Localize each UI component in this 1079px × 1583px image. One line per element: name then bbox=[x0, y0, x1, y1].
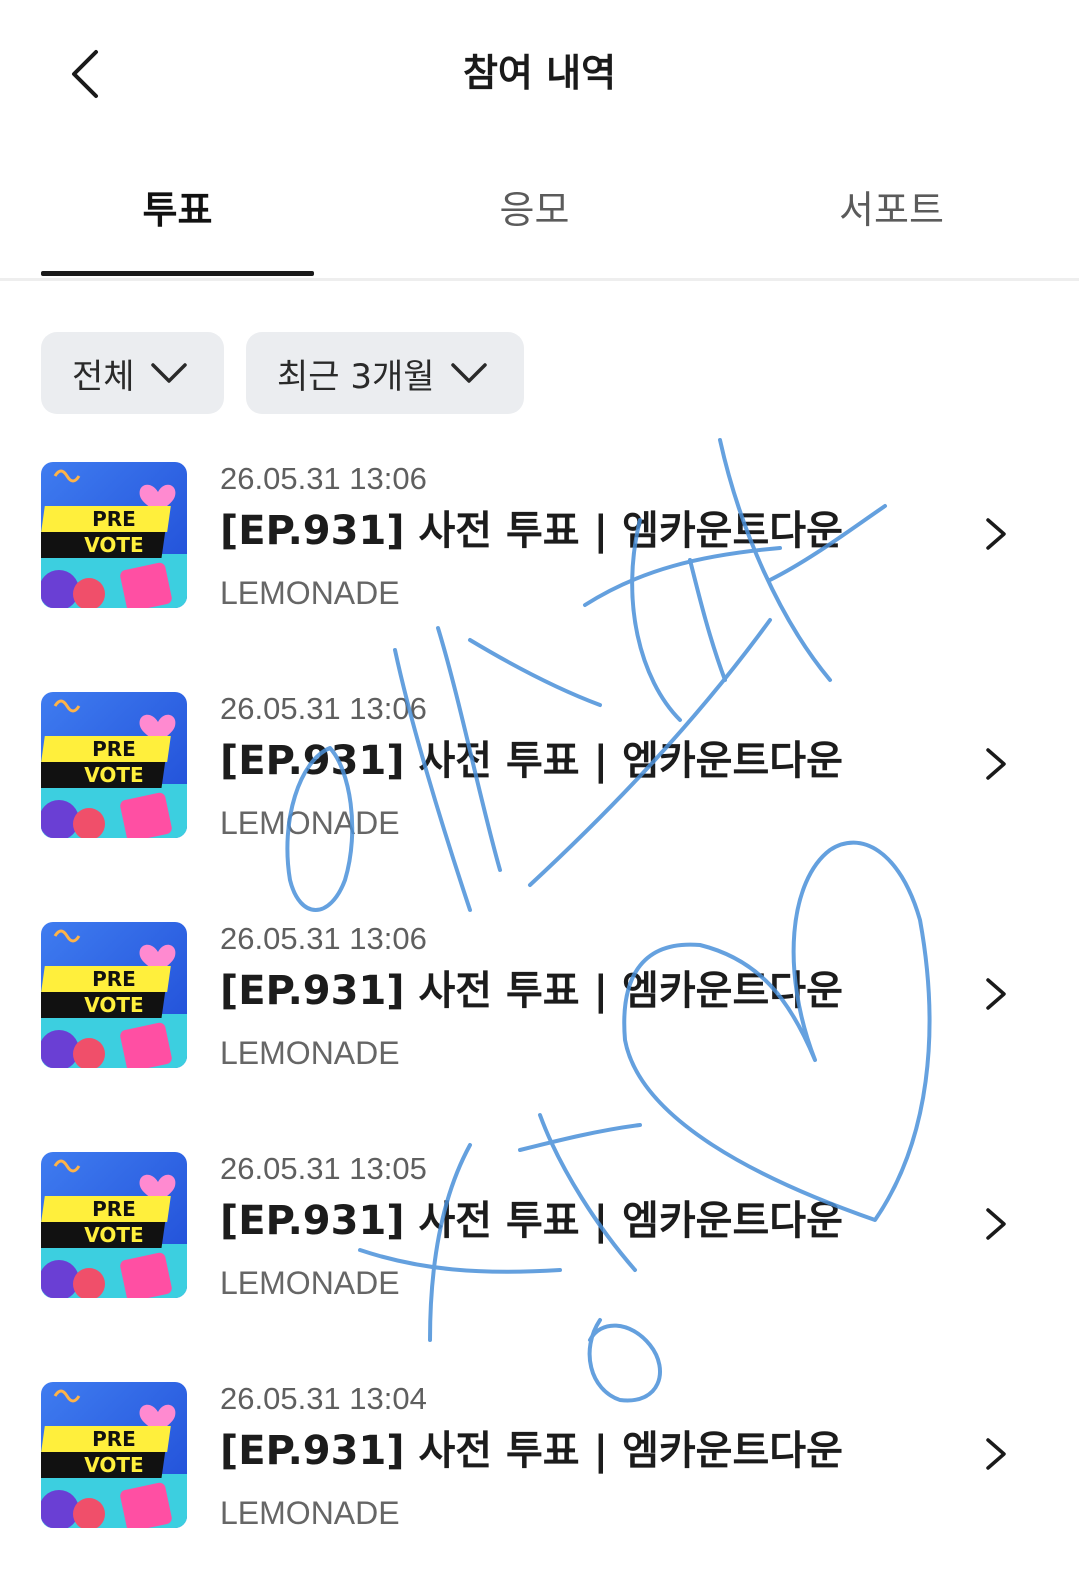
pre-vote-thumbnail: PRE VOTE bbox=[41, 922, 187, 1068]
thumb-line1: PRE bbox=[92, 737, 136, 761]
item-thumbnail: PRE VOTE bbox=[41, 1382, 187, 1528]
thumb-line1: PRE bbox=[92, 1427, 136, 1451]
thumb-line2: VOTE bbox=[84, 1223, 143, 1247]
tab-support[interactable]: 서포트 bbox=[755, 180, 1028, 240]
item-thumbnail: PRE VOTE bbox=[41, 692, 187, 838]
item-timestamp: 26.05.31 13:06 bbox=[220, 461, 427, 496]
item-thumbnail: PRE VOTE bbox=[41, 922, 187, 1068]
pre-vote-thumbnail: PRE VOTE bbox=[41, 462, 187, 608]
list-item[interactable]: PRE VOTE 26.05.31 13:06 [EP.931] 사전 투표 |… bbox=[0, 691, 1079, 872]
page-title: 참여 내역 bbox=[462, 51, 617, 95]
chevron-right-icon bbox=[986, 978, 1006, 1010]
list-item[interactable]: PRE VOTE 26.05.31 13:05 [EP.931] 사전 투표 |… bbox=[0, 1151, 1079, 1332]
item-title: [EP.931] 사전 투표 | 엠카운트다운 bbox=[220, 1198, 843, 1244]
chevron-down-icon bbox=[450, 363, 487, 383]
thumb-line2: VOTE bbox=[84, 1453, 143, 1477]
item-thumbnail: PRE VOTE bbox=[41, 1152, 187, 1298]
list-item[interactable]: PRE VOTE 26.05.31 13:06 [EP.931] 사전 투표 |… bbox=[0, 461, 1079, 642]
item-artist: LEMONADE bbox=[220, 805, 400, 841]
thumb-line2: VOTE bbox=[84, 993, 143, 1017]
item-artist: LEMONADE bbox=[220, 1495, 400, 1531]
item-timestamp: 26.05.31 13:04 bbox=[220, 1381, 427, 1416]
filter-period-dropdown[interactable]: 최근 3개월 bbox=[246, 332, 524, 414]
filter-category-dropdown[interactable]: 전체 bbox=[41, 332, 224, 414]
pre-vote-thumbnail: PRE VOTE bbox=[41, 692, 187, 838]
app-header: 참여 내역 bbox=[0, 0, 1079, 150]
chevron-right-icon bbox=[986, 1438, 1006, 1470]
thumb-line1: PRE bbox=[92, 967, 136, 991]
item-timestamp: 26.05.31 13:05 bbox=[220, 1151, 427, 1186]
chevron-right-icon bbox=[986, 748, 1006, 780]
tab-bar: 투표 응모 서포트 bbox=[0, 160, 1079, 281]
thumb-line1: PRE bbox=[92, 507, 136, 531]
active-tab-indicator bbox=[41, 271, 314, 276]
item-thumbnail: PRE VOTE bbox=[41, 462, 187, 608]
item-title: [EP.931] 사전 투표 | 엠카운트다운 bbox=[220, 968, 843, 1014]
tab-entry[interactable]: 응모 bbox=[398, 180, 671, 240]
item-timestamp: 26.05.31 13:06 bbox=[220, 921, 427, 956]
chevron-right-icon bbox=[986, 1208, 1006, 1240]
item-artist: LEMONADE bbox=[220, 1265, 400, 1301]
pre-vote-thumbnail: PRE VOTE bbox=[41, 1152, 187, 1298]
item-title: [EP.931] 사전 투표 | 엠카운트다운 bbox=[220, 738, 843, 784]
item-title: [EP.931] 사전 투표 | 엠카운트다운 bbox=[220, 508, 843, 554]
chevron-right-icon bbox=[986, 518, 1006, 550]
thumb-line2: VOTE bbox=[84, 533, 143, 557]
list-item[interactable]: PRE VOTE 26.05.31 13:04 [EP.931] 사전 투표 |… bbox=[0, 1381, 1079, 1562]
item-timestamp: 26.05.31 13:06 bbox=[220, 691, 427, 726]
filter-period-label: 최근 3개월 bbox=[277, 356, 435, 397]
thumb-line1: PRE bbox=[92, 1197, 136, 1221]
filter-category-label: 전체 bbox=[72, 356, 135, 397]
thumb-line2: VOTE bbox=[84, 763, 143, 787]
item-artist: LEMONADE bbox=[220, 1035, 400, 1071]
item-title: [EP.931] 사전 투표 | 엠카운트다운 bbox=[220, 1428, 843, 1474]
list-item[interactable]: PRE VOTE 26.05.31 13:06 [EP.931] 사전 투표 |… bbox=[0, 921, 1079, 1102]
chevron-down-icon bbox=[150, 363, 187, 383]
pre-vote-thumbnail: PRE VOTE bbox=[41, 1382, 187, 1528]
item-artist: LEMONADE bbox=[220, 575, 400, 611]
tab-vote[interactable]: 투표 bbox=[41, 180, 314, 240]
